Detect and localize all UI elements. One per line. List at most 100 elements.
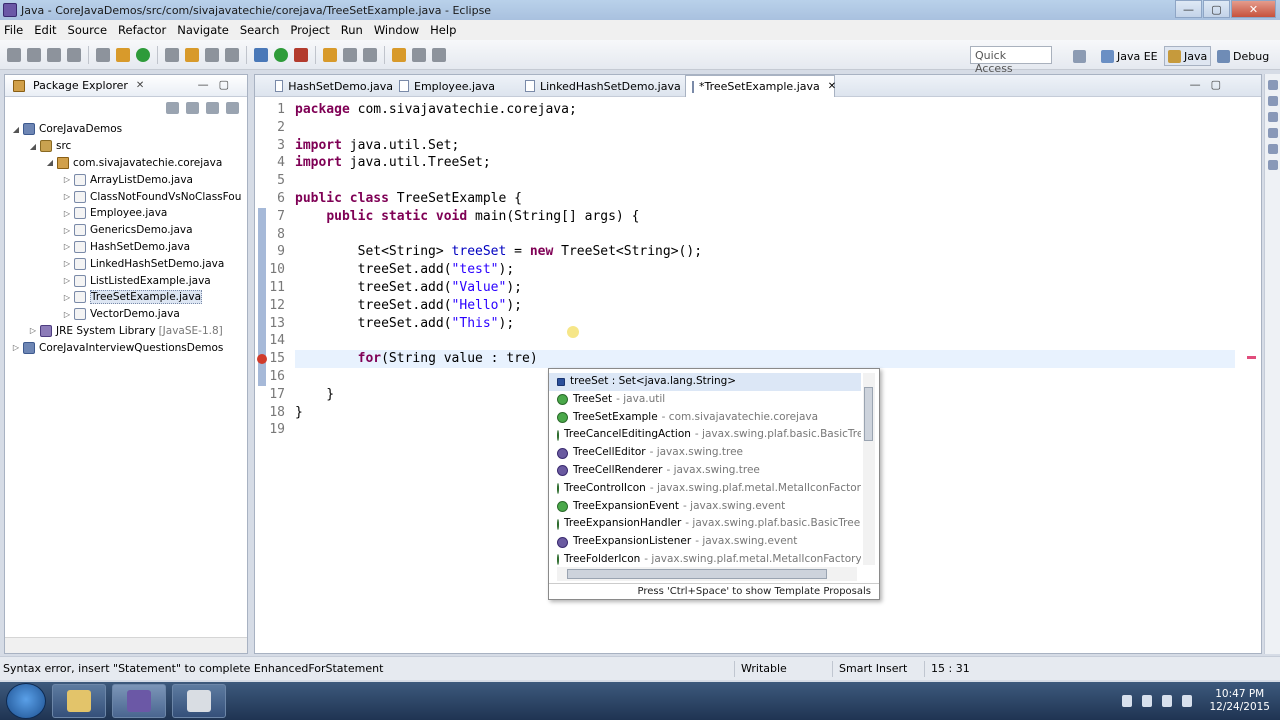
new-icon[interactable] xyxy=(7,47,21,62)
code-line[interactable]: } xyxy=(295,386,334,404)
open-type-icon[interactable] xyxy=(165,47,179,62)
code-line[interactable]: public static void main(String[] args) { xyxy=(295,208,639,226)
horizontal-scrollbar[interactable] xyxy=(5,637,247,653)
tree-item[interactable]: ▷ ListListedExample.java xyxy=(5,272,247,289)
outline-icon[interactable] xyxy=(1267,144,1278,154)
proposal-vertical-scrollbar[interactable] xyxy=(863,373,875,565)
collapsed-arrow-icon[interactable]: ▷ xyxy=(28,326,38,335)
proposal-item[interactable]: treeSet : Set<java.lang.String> xyxy=(549,373,861,391)
back-icon[interactable] xyxy=(412,47,426,62)
toggle-mark-occurrences-icon[interactable] xyxy=(205,47,219,62)
proposal-item[interactable]: TreeCellEditor - javax.swing.tree xyxy=(549,444,861,462)
perspective-java[interactable]: Java xyxy=(1164,46,1212,66)
menu-window[interactable]: Window xyxy=(374,23,419,37)
focus-icon[interactable] xyxy=(206,102,219,114)
collapsed-arrow-icon[interactable]: ▷ xyxy=(11,343,21,352)
save-all-icon[interactable] xyxy=(47,47,61,62)
maximize-button[interactable]: ▢ xyxy=(1203,0,1230,18)
save-icon[interactable] xyxy=(27,47,41,62)
editor-horizontal-scrollbar[interactable] xyxy=(295,635,1235,651)
menu-file[interactable]: File xyxy=(4,23,23,37)
view-controls[interactable]: —▢ xyxy=(198,78,239,91)
print-icon[interactable] xyxy=(67,47,81,62)
perspective-debug[interactable]: Debug xyxy=(1214,46,1272,66)
taskbar-explorer[interactable] xyxy=(52,684,106,718)
scroll-thumb[interactable] xyxy=(864,387,873,441)
close-view-icon[interactable]: ✕ xyxy=(136,80,144,91)
tree-item[interactable]: ▷ ClassNotFoundVsNoClassFou xyxy=(5,188,247,205)
proposal-item[interactable]: TreeExpansionHandler - javax.swing.plaf.b… xyxy=(549,515,861,533)
quick-access-field[interactable]: Quick Access xyxy=(970,46,1052,75)
menu-project[interactable]: Project xyxy=(290,23,329,37)
collapsed-arrow-icon[interactable]: ▷ xyxy=(62,276,72,285)
code-line[interactable]: for(String value : tre) xyxy=(295,350,538,368)
task-list-icon[interactable] xyxy=(1267,160,1278,170)
editor-tab[interactable]: HashSetDemo.java xyxy=(269,75,393,97)
code-line[interactable]: } xyxy=(295,404,303,422)
menu-source[interactable]: Source xyxy=(68,23,108,37)
code-line[interactable]: package com.sivajavatechie.corejava; xyxy=(295,101,577,119)
javadoc-icon[interactable] xyxy=(1267,96,1278,106)
proposal-item[interactable]: TreeControlIcon - javax.swing.plaf.metal.… xyxy=(549,480,861,498)
skip-breakpoints-icon[interactable] xyxy=(96,47,110,62)
proposal-item[interactable]: TreeSet - java.util xyxy=(549,391,861,409)
collapse-all-icon[interactable] xyxy=(166,102,179,114)
menu-search[interactable]: Search xyxy=(240,23,280,37)
new-java-class-icon[interactable] xyxy=(136,47,150,62)
perspective-java-ee[interactable]: Java EE xyxy=(1098,46,1161,66)
menu-navigate[interactable]: Navigate xyxy=(177,23,229,37)
tree-item[interactable]: ◢ src xyxy=(5,138,247,155)
view-menu-icon[interactable] xyxy=(226,102,239,114)
code-line[interactable]: treeSet.add("This"); xyxy=(295,315,515,333)
tree-item[interactable]: ▷ JRE System Library [JavaSE-1.8] xyxy=(5,323,247,340)
menu-run[interactable]: Run xyxy=(341,23,363,37)
tree-item[interactable]: ▷ LinkedHashSetDemo.java xyxy=(5,255,247,272)
minimize-button[interactable]: — xyxy=(1175,0,1202,18)
proposal-item[interactable]: TreeCellRenderer - javax.swing.tree xyxy=(549,462,861,480)
tree-item[interactable]: ▷ HashSetDemo.java xyxy=(5,239,247,256)
collapsed-arrow-icon[interactable]: ▷ xyxy=(62,209,72,218)
search-icon[interactable] xyxy=(185,47,199,62)
open-perspective-button[interactable] xyxy=(1070,46,1092,66)
restore-icon[interactable] xyxy=(1267,80,1278,90)
tree-item[interactable]: ◢ CoreJavaDemos xyxy=(5,121,247,138)
new-java-package-icon[interactable] xyxy=(116,47,130,62)
tree-item[interactable]: ▷ VectorDemo.java xyxy=(5,306,247,323)
declaration-icon[interactable] xyxy=(1267,112,1278,122)
menu-refactor[interactable]: Refactor xyxy=(118,23,166,37)
proposal-item[interactable]: TreeSetExample - com.sivajavatechie.corej… xyxy=(549,409,861,427)
overview-ruler[interactable] xyxy=(1245,97,1259,637)
run-icon[interactable] xyxy=(274,47,288,62)
last-edit-icon[interactable] xyxy=(392,47,406,62)
tree-item[interactable]: ▷ Employee.java xyxy=(5,205,247,222)
tree-item[interactable]: ◢ com.sivajavatechie.corejava xyxy=(5,155,247,172)
editor-view-controls[interactable]: —▢ xyxy=(1190,78,1231,91)
external-tools-icon[interactable] xyxy=(294,47,308,62)
collapsed-arrow-icon[interactable]: ▷ xyxy=(62,293,72,302)
code-line[interactable]: import java.util.TreeSet; xyxy=(295,154,491,172)
editor-tab[interactable]: *TreeSetExample.java ✕ xyxy=(685,75,836,97)
tree-item[interactable]: ▷ CoreJavaInterviewQuestionsDemos xyxy=(5,339,247,356)
open-folder-icon[interactable] xyxy=(323,47,337,62)
code-line[interactable]: import java.util.Set; xyxy=(295,137,459,155)
package-explorer-tab[interactable]: Package Explorer ✕ —▢ xyxy=(5,75,247,97)
expanded-arrow-icon[interactable]: ◢ xyxy=(45,158,55,167)
forward-icon[interactable] xyxy=(432,47,446,62)
collapsed-arrow-icon[interactable]: ▷ xyxy=(62,259,72,268)
annotation-prev-icon[interactable] xyxy=(363,47,377,62)
link-with-editor-icon[interactable] xyxy=(186,102,199,114)
menu-help[interactable]: Help xyxy=(430,23,456,37)
start-button[interactable] xyxy=(6,683,46,719)
show-whitespace-icon[interactable] xyxy=(225,47,239,62)
show-hidden-icons-icon[interactable] xyxy=(1122,695,1133,707)
volume-icon[interactable] xyxy=(1182,695,1193,707)
tree-item[interactable]: ▷ TreeSetExample.java xyxy=(5,289,247,306)
code-line[interactable]: Set<String> treeSet = new TreeSet<String… xyxy=(295,243,702,261)
menu-edit[interactable]: Edit xyxy=(34,23,56,37)
code-line[interactable]: treeSet.add("test"); xyxy=(295,261,515,279)
scroll-thumb[interactable] xyxy=(567,569,827,579)
device-icon[interactable] xyxy=(1142,695,1153,707)
proposal-horizontal-scrollbar[interactable] xyxy=(557,567,857,581)
console-icon[interactable] xyxy=(1267,128,1278,138)
collapsed-arrow-icon[interactable]: ▷ xyxy=(62,242,72,251)
